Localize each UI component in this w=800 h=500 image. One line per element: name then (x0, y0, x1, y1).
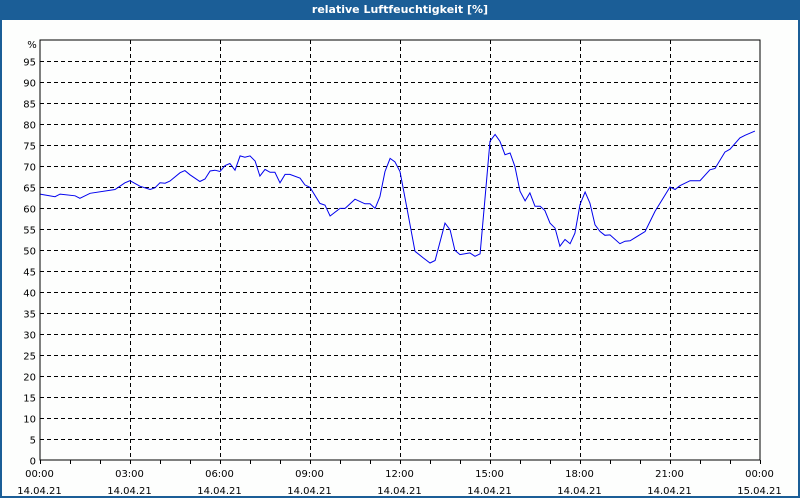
x-tick-date: 14.04.21 (107, 486, 152, 497)
y-tick-label: 70 (23, 163, 36, 174)
y-tick-label: 80 (23, 121, 36, 132)
y-tick-label: 30 (23, 331, 36, 342)
y-tick-label: 0 (30, 457, 36, 468)
y-tick-label: 85 (23, 100, 36, 111)
y-tick-label: 25 (23, 352, 36, 363)
y-axis-label: % (27, 40, 37, 51)
humidity-chart: % 0 5 10 15 20 25 30 35 40 45 50 55 60 65 70 75 80 85 90 95… (17, 39, 782, 497)
y-tick-label: 15 (23, 394, 36, 405)
x-tick-date: 14.04.21 (647, 486, 692, 497)
x-tick-date: 14.04.21 (17, 486, 62, 497)
y-tick-label: 95 (23, 58, 36, 69)
y-tick-label: 45 (23, 268, 36, 279)
y-tick-label: 35 (23, 310, 36, 321)
x-tick-time: 15:00 (475, 469, 504, 480)
y-tick-label: 90 (23, 79, 36, 90)
x-tick-time: 00:00 (25, 469, 54, 480)
y-tick-label: 50 (23, 247, 36, 258)
x-tick-time: 03:00 (115, 469, 144, 480)
y-tick-label: 60 (23, 205, 36, 216)
x-tick-time: 00:00 (745, 469, 774, 480)
y-tick-label: 40 (23, 289, 36, 300)
x-tick-date: 15.04.21 (737, 486, 782, 497)
y-tick-label: 65 (23, 184, 36, 195)
y-tick-label: 10 (23, 415, 36, 426)
x-tick-time: 12:00 (385, 469, 414, 480)
x-tick-date: 14.04.21 (287, 486, 332, 497)
x-tick-date: 14.04.21 (377, 486, 422, 497)
y-tick-label: 20 (23, 373, 36, 384)
x-tick-time: 06:00 (205, 469, 234, 480)
y-tick-label: 55 (23, 226, 36, 237)
x-tick-date: 14.04.21 (557, 486, 602, 497)
humidity-line (39, 130, 756, 264)
x-tick-date: 14.04.21 (467, 486, 512, 497)
x-tick-time: 21:00 (655, 469, 684, 480)
y-tick-label: 5 (30, 436, 36, 447)
x-tick-time: 18:00 (565, 469, 594, 480)
x-tick-time: 09:00 (295, 469, 324, 480)
y-tick-label: 75 (23, 142, 36, 153)
x-tick-date: 14.04.21 (197, 486, 242, 497)
